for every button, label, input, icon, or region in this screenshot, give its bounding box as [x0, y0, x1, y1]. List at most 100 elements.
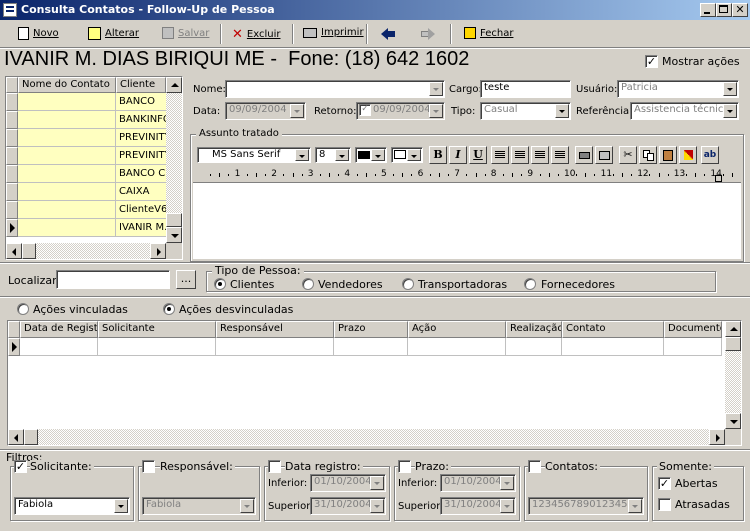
contact-cliente-cell[interactable]: BANCO CIT: [116, 165, 166, 183]
align-center-icon[interactable]: [511, 146, 529, 164]
solicitante-checkbox[interactable]: ✓: [14, 460, 27, 473]
contact-cliente-cell[interactable]: CAIXA: [116, 183, 166, 201]
contatos-combobox[interactable]: 12345678901234567: [528, 497, 644, 515]
bold-button[interactable]: B: [429, 146, 447, 164]
grid-cell[interactable]: [562, 338, 664, 356]
contact-name-cell[interactable]: [18, 111, 116, 129]
responsavel-combobox[interactable]: Fabiola: [142, 497, 256, 515]
right-margin-marker[interactable]: [715, 175, 722, 182]
contacts-vscroll[interactable]: [166, 77, 182, 243]
editor-text-area[interactable]: [193, 183, 741, 259]
grid-column-header[interactable]: Contato: [562, 321, 664, 338]
referencia-combobox[interactable]: Assistencia técnica: [630, 102, 739, 120]
border-style-picker[interactable]: [391, 147, 423, 163]
print-preview-icon[interactable]: [595, 146, 613, 164]
cargo-input[interactable]: teste: [480, 80, 571, 98]
cut-icon[interactable]: ✂: [619, 146, 637, 164]
close-button[interactable]: ✕: [732, 3, 748, 17]
atrasadas-checkbox[interactable]: [658, 498, 671, 511]
responsavel-checkbox[interactable]: [142, 460, 155, 473]
maximize-button[interactable]: [716, 3, 732, 17]
radio-acoes-vinculadas[interactable]: [17, 303, 29, 315]
localizar-input[interactable]: [56, 270, 170, 289]
copy-icon[interactable]: [639, 146, 657, 164]
radio-fornecedores[interactable]: [524, 278, 536, 290]
contacts-hscroll[interactable]: [6, 243, 182, 259]
scroll-up-button[interactable]: [725, 321, 741, 337]
grid-vscroll[interactable]: [725, 321, 741, 429]
contact-cliente-cell[interactable]: PREVINITY: [116, 129, 166, 147]
font-size-combobox[interactable]: 8: [315, 147, 351, 163]
italic-button[interactable]: I: [449, 146, 467, 164]
contact-cliente-cell[interactable]: PREVINITY: [116, 147, 166, 165]
align-right-icon[interactable]: [531, 146, 549, 164]
contact-name-cell[interactable]: [18, 165, 116, 183]
grid-hscroll[interactable]: [8, 429, 741, 445]
contacts-header-nome[interactable]: Nome do Contato: [18, 77, 116, 93]
mostrar-acoes-checkbox[interactable]: ✓: [645, 55, 658, 68]
localizar-button[interactable]: ...: [176, 270, 196, 289]
paste-icon[interactable]: [659, 146, 677, 164]
scroll-down-button[interactable]: [166, 227, 182, 243]
grid-column-header[interactable]: Data de Registro: [20, 321, 98, 338]
grid-cell[interactable]: [506, 338, 562, 356]
grid-cell[interactable]: [98, 338, 216, 356]
imprimir-button[interactable]: Imprimir: [303, 27, 364, 38]
alterar-button[interactable]: Alterar: [88, 27, 139, 40]
grid-column-header[interactable]: Prazo: [334, 321, 408, 338]
hscroll-thumb[interactable]: [24, 429, 38, 445]
contact-name-cell[interactable]: [18, 93, 116, 111]
scroll-thumb[interactable]: [725, 337, 741, 351]
radio-acoes-desvinculadas[interactable]: [163, 303, 175, 315]
retorno-datepicker[interactable]: ✓ 09/09/2004: [356, 102, 445, 120]
contact-name-cell[interactable]: [18, 201, 116, 219]
retorno-checkbox[interactable]: ✓: [359, 104, 371, 116]
scroll-down-button[interactable]: [725, 413, 741, 429]
data-superior-datepicker[interactable]: 31/10/2004: [310, 497, 386, 515]
data-datepicker[interactable]: 09/09/2004: [225, 102, 306, 120]
contact-cliente-cell[interactable]: ClienteV65: [116, 201, 166, 219]
nome-combobox[interactable]: [225, 80, 445, 98]
align-left-icon[interactable]: [491, 146, 509, 164]
minimize-button[interactable]: [700, 3, 716, 17]
tipo-combobox[interactable]: Casual: [480, 102, 571, 120]
scroll-up-button[interactable]: [166, 77, 182, 93]
grid-column-header[interactable]: Ação: [408, 321, 506, 338]
clear-format-icon[interactable]: [679, 146, 697, 164]
grid-column-header[interactable]: Solicitante: [98, 321, 216, 338]
data-registro-checkbox[interactable]: [268, 460, 281, 473]
radio-clientes[interactable]: [214, 278, 226, 290]
grid-cell[interactable]: [334, 338, 408, 356]
salvar-button[interactable]: Salvar: [162, 27, 209, 39]
contact-name-cell[interactable]: [18, 129, 116, 147]
back-arrow-icon[interactable]: [381, 28, 395, 40]
grid-cell[interactable]: [408, 338, 506, 356]
font-combobox[interactable]: MS Sans Serif: [197, 147, 311, 163]
abertas-checkbox[interactable]: ✓: [658, 477, 671, 490]
contact-cliente-cell[interactable]: BANKINFOI: [116, 111, 166, 129]
prazo-checkbox[interactable]: [398, 460, 411, 473]
solicitante-combobox[interactable]: Fabiola: [14, 497, 130, 515]
grid-cell[interactable]: [20, 338, 98, 356]
grid-column-header[interactable]: Documento: [664, 321, 722, 338]
fechar-button[interactable]: Fechar: [464, 27, 513, 39]
excluir-button[interactable]: ✕ Excluir: [232, 27, 280, 42]
scroll-thumb[interactable]: [166, 213, 182, 227]
font-color-picker[interactable]: [355, 147, 387, 163]
hscroll-thumb[interactable]: [22, 243, 36, 259]
contacts-header-cliente[interactable]: Cliente: [116, 77, 166, 93]
data-inferior-datepicker[interactable]: 01/10/2004: [310, 474, 386, 492]
scroll-left-button[interactable]: [6, 243, 22, 259]
usuario-combobox[interactable]: Patricia: [617, 80, 739, 98]
scroll-left-button[interactable]: [8, 429, 24, 445]
grid-column-header[interactable]: Realização: [506, 321, 562, 338]
print-icon[interactable]: [575, 146, 593, 164]
justify-icon[interactable]: [551, 146, 569, 164]
radio-vendedores[interactable]: [302, 278, 314, 290]
contact-name-cell[interactable]: [18, 219, 116, 237]
prazo-superior-datepicker[interactable]: 31/10/2004: [440, 497, 516, 515]
grid-column-header[interactable]: Responsável: [216, 321, 334, 338]
contact-name-cell[interactable]: [18, 183, 116, 201]
prazo-inferior-datepicker[interactable]: 01/10/2004: [440, 474, 516, 492]
scroll-right-button[interactable]: [709, 429, 725, 445]
